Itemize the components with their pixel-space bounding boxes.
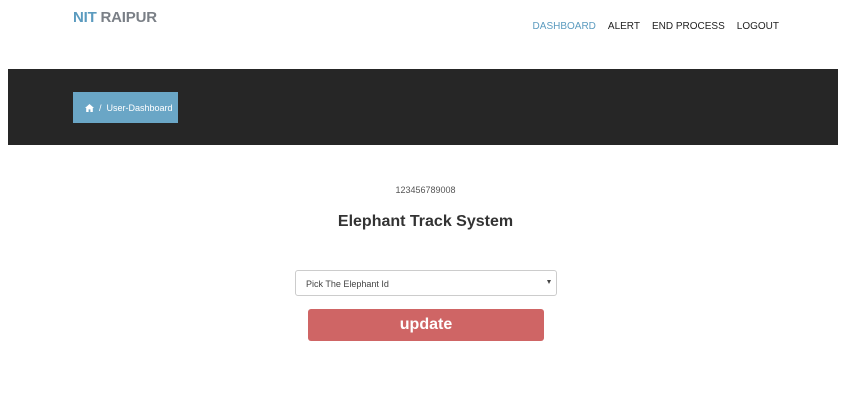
breadcrumb: / User-Dashboard: [73, 92, 178, 123]
breadcrumb-current: User-Dashboard: [106, 102, 173, 113]
caret-down-icon: [547, 280, 551, 284]
brand-text-nit: NIT: [73, 9, 97, 26]
brand-text-raipur: RAIPUR: [96, 9, 158, 26]
elephant-id-select[interactable]: Pick The Elephant Id: [295, 270, 557, 296]
page: NIT RAIPUR DASHBOARD ALERT END PROCESS L…: [0, 0, 859, 400]
nav-alert[interactable]: ALERT: [608, 21, 640, 32]
select-value: Pick The Elephant Id: [306, 279, 389, 289]
brand-logo[interactable]: NIT RAIPUR: [73, 9, 157, 26]
nav-end-process[interactable]: END PROCESS: [652, 21, 725, 32]
home-icon[interactable]: [85, 103, 94, 112]
update-button[interactable]: update: [308, 309, 544, 341]
breadcrumb-separator: /: [99, 102, 102, 113]
top-nav: DASHBOARD ALERT END PROCESS LOGOUT: [521, 21, 779, 32]
page-title: Elephant Track System: [337, 213, 514, 230]
nav-dashboard[interactable]: DASHBOARD: [533, 21, 596, 32]
nav-logout[interactable]: LOGOUT: [737, 21, 779, 32]
user-id-text: 123456789008: [395, 185, 456, 195]
